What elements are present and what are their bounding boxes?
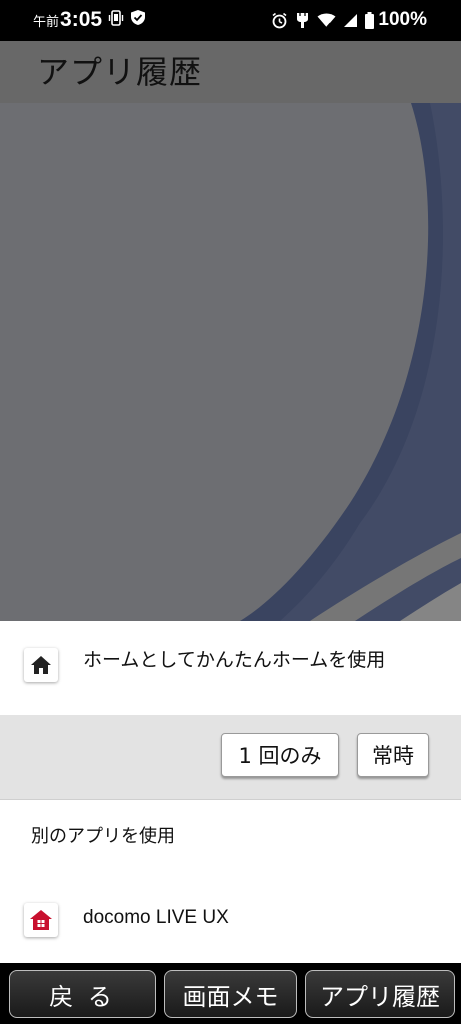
red-house-icon xyxy=(24,903,58,937)
battery-icon xyxy=(365,11,375,29)
other-app-option[interactable]: docomo LIVE UX xyxy=(0,883,461,953)
shield-check-icon xyxy=(130,9,146,30)
status-bar: 午前 3:05 100% xyxy=(0,0,461,41)
charging-tower-icon xyxy=(295,12,310,29)
wifi-icon xyxy=(317,13,336,28)
am-pm-label: 午前 xyxy=(33,15,60,30)
back-button[interactable]: 戻 る xyxy=(9,970,156,1018)
bottom-navigation: 戻 る 画面メモ アプリ履歴 xyxy=(0,963,461,1024)
app-title: アプリ履歴 xyxy=(37,53,203,91)
primary-app-option[interactable]: ホームとしてかんたんホームを使用 xyxy=(0,621,461,715)
home-icon xyxy=(24,648,58,682)
alarm-icon xyxy=(271,12,288,29)
status-left: 午前 3:05 xyxy=(33,8,146,32)
clock: 3:05 xyxy=(60,8,103,31)
primary-app-label: ホームとしてかんたんホームを使用 xyxy=(83,649,386,671)
action-band: 1 回のみ 常時 xyxy=(0,715,461,800)
wallpaper-graphic xyxy=(0,103,461,621)
home-chooser-sheet: ホームとしてかんたんホームを使用 1 回のみ 常時 別のアプリを使用 docom… xyxy=(0,621,461,963)
just-once-button[interactable]: 1 回のみ xyxy=(221,733,339,777)
app-history-button[interactable]: アプリ履歴 xyxy=(305,970,455,1018)
app-header: アプリ履歴 xyxy=(0,41,461,103)
battery-percent: 100% xyxy=(378,9,427,30)
status-right: 100% xyxy=(264,9,427,31)
other-app-label: docomo LIVE UX xyxy=(83,907,229,928)
background-app: アプリ履歴 xyxy=(0,41,461,621)
vibrate-icon xyxy=(108,10,124,30)
always-button[interactable]: 常時 xyxy=(357,733,429,777)
other-apps-heading: 別のアプリを使用 xyxy=(31,826,175,847)
screen-memo-button[interactable]: 画面メモ xyxy=(164,970,297,1018)
signal-icon xyxy=(343,13,358,28)
